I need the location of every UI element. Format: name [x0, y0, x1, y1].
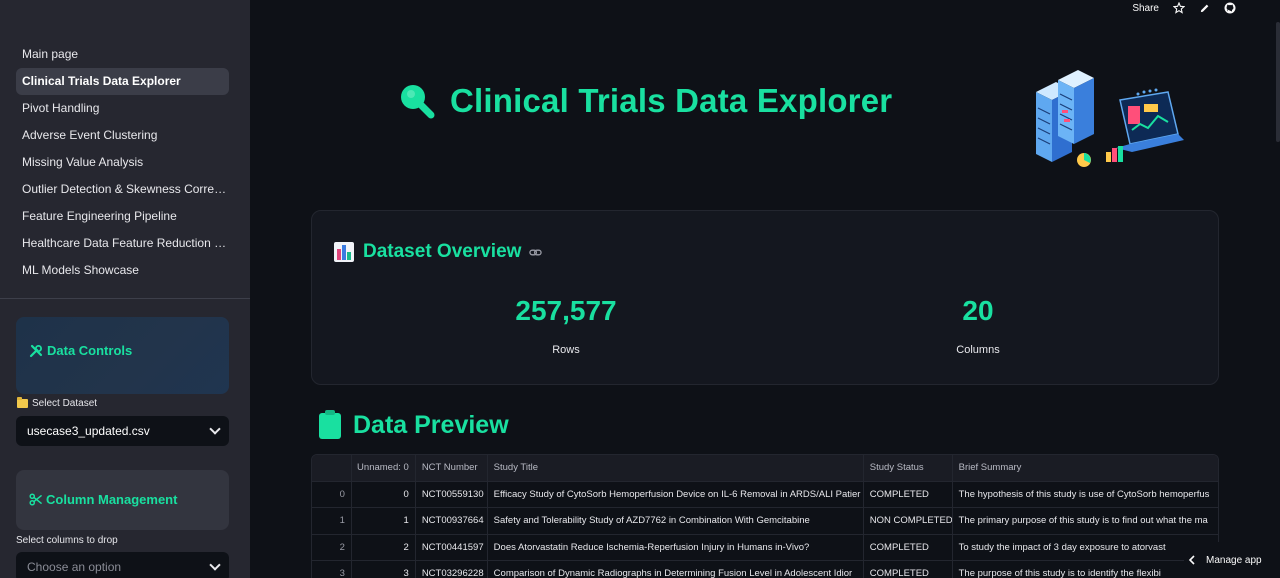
table-header-row: Unnamed: 0 NCT Number Study Title Study …: [312, 455, 1218, 482]
share-button[interactable]: Share: [1132, 3, 1159, 14]
table-cell[interactable]: NCT00937664: [416, 508, 488, 534]
table-cell[interactable]: 3: [312, 561, 352, 578]
data-controls-title: Data Controls: [47, 343, 133, 358]
sidebar-divider: [0, 298, 250, 299]
nav-item-outlier-detection[interactable]: Outlier Detection & Skewness Correct…: [16, 176, 229, 203]
table-cell[interactable]: 1: [352, 508, 416, 534]
star-icon[interactable]: [1173, 2, 1185, 14]
dataset-overview-card: Dataset Overview 257,577 Rows 20 Columns: [311, 210, 1219, 385]
scissors-icon: [29, 493, 42, 506]
top-toolbar: Share: [1132, 0, 1236, 16]
nav-item-ml-models-showcase[interactable]: ML Models Showcase: [16, 257, 229, 284]
rows-value: 257,577: [515, 295, 617, 326]
select-dataset-label-text: Select Dataset: [32, 398, 98, 409]
dataset-overview-heading: Dataset Overview: [333, 241, 543, 263]
nav-item-pivot-handling[interactable]: Pivot Handling: [16, 95, 229, 122]
table-cell[interactable]: NCT03296228: [416, 561, 488, 578]
table-cell[interactable]: COMPLETED: [864, 561, 953, 578]
chevron-left-icon: [1188, 555, 1195, 565]
nav-item-feature-reduction[interactable]: Healthcare Data Feature Reduction J…: [16, 230, 229, 257]
columns-value: 20: [962, 295, 994, 326]
manage-app-button[interactable]: Manage app: [1184, 542, 1280, 578]
data-preview-table[interactable]: Unnamed: 0 NCT Number Study Title Study …: [311, 454, 1219, 578]
table-header-cell[interactable]: Brief Summary: [953, 455, 1218, 481]
bar-chart-icon: [334, 242, 354, 262]
table-cell[interactable]: Efficacy Study of CytoSorb Hemoperfusion…: [488, 481, 864, 507]
rows-label: Rows: [552, 344, 580, 356]
clipboard-icon: [319, 409, 341, 439]
data-preview-title: Data Preview: [353, 411, 509, 439]
table-header-cell[interactable]: [312, 455, 352, 481]
table-row[interactable]: 1 1 NCT00937664 Safety and Tolerability …: [312, 508, 1218, 535]
table-cell[interactable]: 1: [312, 508, 352, 534]
column-management-heading: Column Management: [29, 492, 177, 507]
sidebar-nav: Main page Clinical Trials Data Explorer …: [16, 41, 229, 284]
edit-pencil-icon[interactable]: [1199, 3, 1210, 14]
table-cell[interactable]: COMPLETED: [864, 481, 953, 507]
drop-columns-label: Select columns to drop: [16, 535, 118, 546]
table-cell[interactable]: 0: [352, 481, 416, 507]
nav-item-missing-value-analysis[interactable]: Missing Value Analysis: [16, 149, 229, 176]
table-cell[interactable]: 2: [312, 534, 352, 560]
table-cell[interactable]: NCT00559130: [416, 481, 488, 507]
table-row[interactable]: 3 3 NCT03296228 Comparison of Dynamic Ra…: [312, 561, 1218, 578]
table-cell[interactable]: 0: [312, 481, 352, 507]
app-root: Main page Clinical Trials Data Explorer …: [0, 0, 1280, 578]
data-controls-card: Data Controls: [16, 317, 229, 394]
select-dataset-label: Select Dataset: [17, 397, 98, 409]
table-cell[interactable]: Does Atorvastatin Reduce Ischemia-Reperf…: [488, 534, 864, 560]
tools-icon: [29, 344, 43, 357]
table-cell[interactable]: The primary purpose of this study is to …: [953, 508, 1218, 534]
columns-label: Columns: [956, 344, 1000, 356]
dataset-select-value: usecase3_updated.csv: [27, 424, 150, 438]
chevron-down-icon: [209, 559, 221, 571]
folder-icon: [17, 397, 28, 408]
table-header-cell[interactable]: Unnamed: 0: [352, 455, 416, 481]
link-icon[interactable]: [529, 246, 543, 259]
table-cell[interactable]: Comparison of Dynamic Radiographs in Det…: [488, 561, 864, 578]
nav-item-clinical-trials-data-explorer[interactable]: Clinical Trials Data Explorer: [16, 68, 229, 95]
table-row[interactable]: 0 0 NCT00559130 Efficacy Study of CytoSo…: [312, 481, 1218, 508]
table-header-cell[interactable]: Study Title: [488, 455, 864, 481]
page-title-wrap: Clinical Trials Data Explorer: [398, 82, 892, 120]
nav-item-main-page[interactable]: Main page: [16, 41, 229, 68]
table-cell[interactable]: 3: [352, 561, 416, 578]
table-cell[interactable]: 2: [352, 534, 416, 560]
column-management-title: Column Management: [46, 492, 178, 507]
table-cell[interactable]: The purpose of this study is to identify…: [953, 561, 1218, 578]
data-controls-heading: Data Controls: [29, 343, 132, 358]
sidebar: Main page Clinical Trials Data Explorer …: [0, 0, 250, 578]
data-server-illustration: [1036, 70, 1184, 167]
dataset-select[interactable]: usecase3_updated.csv: [16, 416, 229, 446]
table-cell[interactable]: To study the impact of 3 day exposure to…: [953, 535, 1218, 561]
table-header-cell[interactable]: Study Status: [864, 455, 953, 481]
rows-metric: 257,577 Rows: [466, 295, 666, 356]
table-cell[interactable]: Safety and Tolerability Study of AZD7762…: [488, 508, 864, 534]
chevron-down-icon: [209, 423, 221, 435]
data-preview-heading: Data Preview: [319, 409, 509, 440]
manage-app-label: Manage app: [1206, 554, 1262, 566]
table-cell[interactable]: NCT00441597: [416, 534, 488, 560]
dataset-overview-title: Dataset Overview: [363, 241, 522, 262]
drop-columns-label-text: Select columns to drop: [16, 535, 118, 546]
drop-columns-placeholder: Choose an option: [27, 560, 122, 574]
columns-metric: 20 Columns: [878, 295, 1078, 356]
page-title: Clinical Trials Data Explorer: [450, 82, 893, 119]
table-cell[interactable]: NON COMPLETED: [864, 508, 953, 534]
nav-item-adverse-event-clustering[interactable]: Adverse Event Clustering: [16, 122, 229, 149]
search-magnifier-icon: [401, 85, 435, 119]
github-icon[interactable]: [1224, 2, 1236, 14]
table-cell[interactable]: The hypothesis of this study is use of C…: [953, 482, 1218, 508]
table-header-cell[interactable]: NCT Number: [416, 455, 488, 481]
page-scrollbar[interactable]: [1276, 22, 1280, 142]
nav-item-feature-engineering[interactable]: Feature Engineering Pipeline: [16, 203, 229, 230]
drop-columns-multiselect[interactable]: Choose an option: [16, 552, 229, 578]
column-management-card: Column Management: [16, 470, 229, 530]
table-row[interactable]: 2 2 NCT00441597 Does Atorvastatin Reduce…: [312, 534, 1218, 561]
table-cell[interactable]: COMPLETED: [864, 534, 953, 560]
